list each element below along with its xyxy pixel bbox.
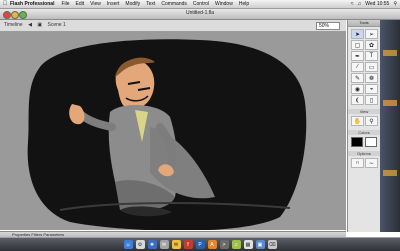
finder-icon[interactable]: ☺ [123,240,133,249]
zoom-select[interactable]: 50% [316,22,340,30]
stage-canvas[interactable] [0,32,346,230]
menu-control[interactable]: Control [193,1,209,7]
calendar-icon[interactable]: ▦ [243,240,253,249]
scene-label[interactable]: Scene 1 [47,22,65,28]
menu-bar:  Flash Professional File Edit View Inse… [0,0,400,9]
spotlight-icon[interactable]: ⚲ [393,1,397,7]
menu-app-name[interactable]: Flash Professional [10,1,54,7]
photoshop-icon[interactable]: P [195,240,205,249]
pen-tool-icon[interactable]: ✒ [351,51,364,61]
eyedropper-tool-icon[interactable]: ❨ [351,95,364,105]
trash-icon[interactable]: ⌫ [267,240,277,249]
desktop-stripe [383,170,397,176]
wifi-icon[interactable]: ≈ [351,1,354,7]
stroke-color-swatch[interactable] [351,137,363,147]
window-title: Untitled-1.fla [185,10,215,16]
ichat-icon[interactable]: ✉ [171,240,181,249]
options-tool-grid: ∩ ∼ [348,156,380,170]
menu-status-area: ≈ ♫ Wed 10:55 ⚲ [351,0,397,8]
menu-clock[interactable]: Wed 10:55 [365,1,389,7]
fill-color-swatch[interactable] [365,137,377,147]
tools-panel: Tools ➤ ➢ ▢ ✿ ✒ T ∕ ▭ ✎ ❁ ◉ ◒ ❨ ▯ View ✋… [347,20,380,232]
volume-icon[interactable]: ♫ [357,1,361,7]
rectangle-tool-icon[interactable]: ▭ [365,62,378,72]
paint-bucket-tool-icon[interactable]: ◒ [365,84,378,94]
apple-menu-icon[interactable]:  [0,1,10,7]
subselection-tool-icon[interactable]: ➢ [365,29,378,39]
preview-icon[interactable]: ▣ [255,240,265,249]
terminal-icon[interactable]: > [219,240,229,249]
free-transform-tool-icon[interactable]: ▢ [351,40,364,50]
desktop-stripe [383,50,397,56]
color-swatches [348,135,380,149]
menu-modify[interactable]: Modify [125,1,140,7]
lasso-tool-icon[interactable]: ✿ [365,40,378,50]
menu-help[interactable]: Help [239,1,249,7]
view-tool-grid: ✋ ⚲ [348,114,380,128]
tools-panel-title: Tools [348,20,380,27]
window-titlebar[interactable]: Untitled-1.fla [0,9,400,20]
hand-tool-icon[interactable]: ✋ [351,116,364,126]
menu-insert[interactable]: Insert [107,1,120,7]
safari-icon[interactable]: ❖ [147,240,157,249]
menu-window[interactable]: Window [215,1,233,7]
scene-icon: ▣ [37,22,43,28]
desktop-background-strip [380,20,400,232]
menu-commands[interactable]: Commands [161,1,187,7]
menu-text[interactable]: Text [146,1,155,7]
mail-icon[interactable]: ✉ [159,240,169,249]
ink-bottle-tool-icon[interactable]: ◉ [351,84,364,94]
desktop-stripe [383,100,397,106]
breadcrumb: Timeline ◀ ▣ Scene 1 [4,22,70,28]
menu-edit[interactable]: Edit [76,1,85,7]
menu-view[interactable]: View [90,1,101,7]
pencil-tool-icon[interactable]: ✎ [351,73,364,83]
itunes-icon[interactable]: ♫ [231,240,241,249]
flash-icon[interactable]: f [183,240,193,249]
stage-area[interactable] [0,32,346,230]
edit-bar: Timeline ◀ ▣ Scene 1 50% [0,20,346,32]
illustrator-icon[interactable]: A [207,240,217,249]
eraser-tool-icon[interactable]: ▯ [365,95,378,105]
brush-tool-icon[interactable]: ❁ [365,73,378,83]
menu-file[interactable]: File [61,1,69,7]
back-arrow-icon[interactable]: ◀ [28,22,32,28]
snap-magnet-icon[interactable]: ∩ [351,158,364,168]
dock: ☺ ⚙ ❖ ✉ ✉ f P A > ♫ ▦ ▣ ⌫ [0,237,400,251]
line-tool-icon[interactable]: ∕ [351,62,364,72]
system-preferences-icon[interactable]: ⚙ [135,240,145,249]
smooth-option-icon[interactable]: ∼ [365,158,378,168]
text-tool-icon[interactable]: T [365,51,378,61]
tool-grid: ➤ ➢ ▢ ✿ ✒ T ∕ ▭ ✎ ❁ ◉ ◒ ❨ ▯ [348,27,380,107]
zoom-tool-icon[interactable]: ⚲ [365,116,378,126]
selection-tool-icon[interactable]: ➤ [351,29,364,39]
timeline-toggle[interactable]: Timeline [4,22,23,28]
